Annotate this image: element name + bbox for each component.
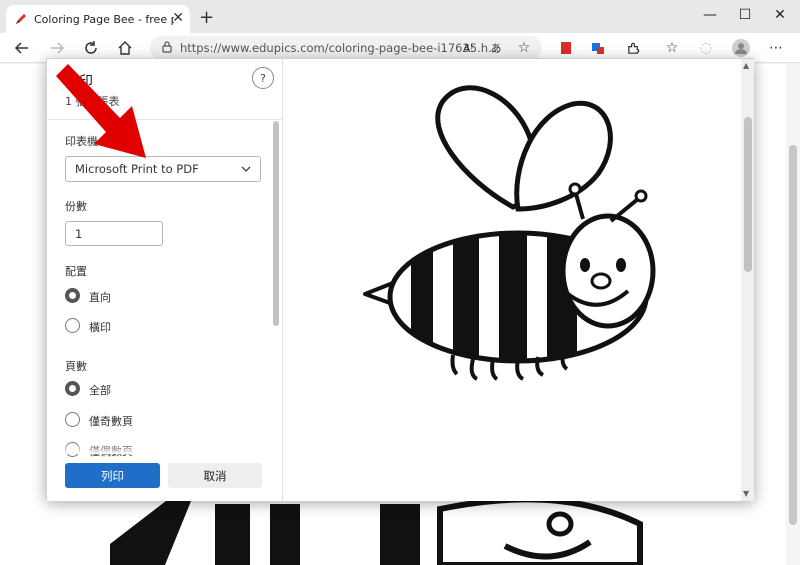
print-preview [283,59,741,501]
minimize-button[interactable]: — [700,7,720,23]
print-button[interactable]: 列印 [65,463,160,488]
pages-odd-radio[interactable] [65,412,80,427]
layout-label: 配置 [65,265,87,278]
chevron-down-icon [241,166,251,172]
refresh-icon[interactable] [81,38,101,58]
page-scrollbar-thumb[interactable] [789,145,797,525]
tab-title: Coloring Page Bee - free printab [34,12,174,26]
title-bar: Coloring Page Bee - free printab ✕ + — ☐… [0,0,800,33]
settings-scrollbar-thumb[interactable] [273,121,279,326]
extension-blue-icon[interactable] [588,38,608,58]
extensions-puzzle-icon[interactable] [623,38,643,58]
new-tab-icon[interactable]: + [199,7,214,28]
performance-icon[interactable]: ◌ [696,38,716,58]
copies-value: 1 [75,226,83,241]
lock-icon [162,41,172,53]
layout-portrait-radio[interactable] [65,288,80,303]
tab-close-icon[interactable]: ✕ [172,10,184,26]
profile-avatar-icon[interactable] [731,38,751,58]
forward-icon[interactable] [47,38,67,58]
preview-scrollbar-thumb[interactable] [744,117,752,272]
read-aloud-icon[interactable]: A⁾ [458,38,478,58]
scroll-down-icon[interactable]: ▼ [743,489,749,498]
crayon-favicon-icon [16,14,26,24]
collections-icon[interactable]: ☆ [662,38,682,58]
pages-odd-label: 僅奇數頁 [89,415,133,428]
layout-landscape-radio[interactable] [65,318,80,333]
more-menu-icon[interactable]: ⋯ [766,38,786,58]
pages-all-label: 全部 [89,384,111,397]
close-window-button[interactable]: ✕ [770,7,790,23]
red-arrow-icon [56,64,146,158]
scroll-fade [47,444,273,454]
browser-window: Coloring Page Bee - free printab ✕ + — ☐… [0,0,800,565]
help-button[interactable]: ? [252,67,274,89]
layout-landscape-label: 橫印 [89,321,111,334]
copies-input[interactable]: 1 [65,221,163,246]
copies-label: 份數 [65,200,87,213]
favorite-star-icon[interactable]: ☆ [514,38,534,58]
home-icon[interactable] [115,38,135,58]
scroll-up-icon[interactable]: ▲ [743,61,749,70]
pages-all-radio[interactable] [65,381,80,396]
bee-illustration-icon [363,85,656,381]
layout-portrait-label: 直向 [89,291,111,304]
translate-icon[interactable]: あ [486,38,506,58]
browser-tab[interactable]: Coloring Page Bee - free printab ✕ [6,5,190,33]
extension-red-icon[interactable] [556,38,576,58]
cancel-button[interactable]: 取消 [168,463,262,488]
maximize-button[interactable]: ☐ [735,7,755,23]
address-bar[interactable]: https://www.edupics.com/coloring-page-be… [150,36,542,60]
back-icon[interactable] [12,38,32,58]
address-url: https://www.edupics.com/coloring-page-be… [180,41,500,55]
pages-label: 頁數 [65,360,87,373]
